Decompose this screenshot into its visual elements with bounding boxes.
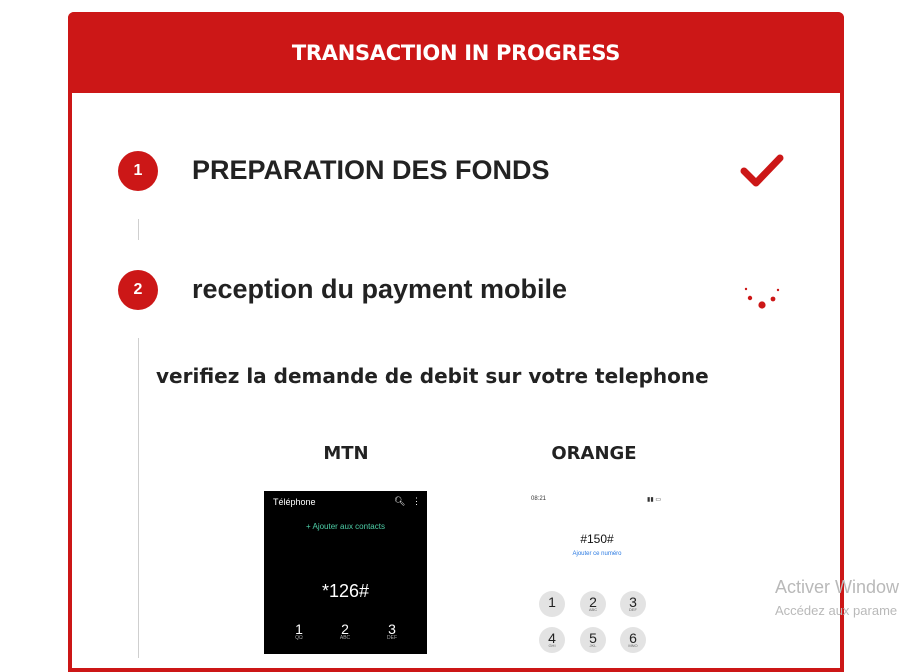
transaction-card: TRANSACTION IN PROGRESS bbox=[68, 12, 844, 672]
step-title-1: PREPARATION DES FONDS bbox=[192, 155, 550, 185]
search-icon: 🔍︎ bbox=[394, 496, 406, 506]
card-title: TRANSACTION IN PROGRESS bbox=[291, 40, 621, 65]
key-letters: DEF bbox=[629, 607, 637, 612]
more-options-icon: ⋮ bbox=[412, 496, 421, 506]
dialer-title: Téléphone bbox=[273, 497, 316, 507]
step-title-2: reception du payment mobile bbox=[192, 274, 568, 304]
dial-key-4: 4 GHI bbox=[539, 627, 565, 653]
key-letters: ABC bbox=[588, 607, 598, 612]
orange-dialer-screenshot: 08:21 ▮▮ ▭ #150# Ajouter ce numéro 1 2 A… bbox=[527, 491, 667, 654]
operator-label-mtn: MTN bbox=[323, 443, 369, 464]
operator-label-orange: ORANGE bbox=[551, 443, 637, 464]
status-bar-time: 08:21 bbox=[531, 496, 547, 502]
step-2-content-line bbox=[138, 338, 139, 658]
key-digit: 1 bbox=[548, 594, 556, 610]
dialed-code: #150# bbox=[580, 532, 614, 546]
dial-key-3: 3 DEF bbox=[382, 621, 402, 641]
dial-key-3: 3 DEF bbox=[620, 591, 646, 617]
key-letters: JKL bbox=[589, 643, 597, 648]
dial-key-2: 2 ABC bbox=[335, 621, 355, 641]
dial-key-6: 6 MNO bbox=[620, 627, 646, 653]
step-connector-line bbox=[138, 219, 139, 240]
step-number-2: 2 bbox=[118, 270, 158, 310]
mtn-dialer-screenshot: Téléphone 🔍︎ ⋮ + Ajouter aux contacts *1… bbox=[264, 491, 427, 654]
loading-spinner-icon bbox=[744, 287, 780, 309]
dial-key-2: 2 ABC bbox=[580, 591, 606, 617]
debit-instruction: verifiez la demande de debit sur votre t… bbox=[156, 364, 709, 388]
battery-icon: ▮▮ ▭ bbox=[647, 497, 661, 503]
key-letters: ABC bbox=[339, 635, 351, 641]
key-letters: MNO bbox=[628, 643, 638, 648]
key-letters: GHI bbox=[548, 643, 556, 648]
key-letters: QΩ bbox=[295, 635, 303, 641]
windows-activation-watermark-subtitle: Accédez aux parame bbox=[775, 603, 898, 618]
check-icon bbox=[740, 154, 784, 187]
key-letters: DEF bbox=[387, 635, 397, 641]
step-number-1: 1 bbox=[118, 151, 158, 191]
add-contact-link: + Ajouter aux contacts bbox=[306, 522, 385, 531]
dial-key-1: 1 bbox=[539, 591, 565, 617]
dial-key-5: 5 JKL bbox=[580, 627, 606, 653]
card-header: TRANSACTION IN PROGRESS bbox=[68, 12, 844, 93]
add-number-link: Ajouter ce numéro bbox=[572, 551, 622, 557]
dial-key-1: 1 QΩ bbox=[289, 621, 309, 641]
windows-activation-watermark-title: Activer Window bbox=[775, 577, 900, 597]
dialed-code: *126# bbox=[321, 581, 370, 601]
